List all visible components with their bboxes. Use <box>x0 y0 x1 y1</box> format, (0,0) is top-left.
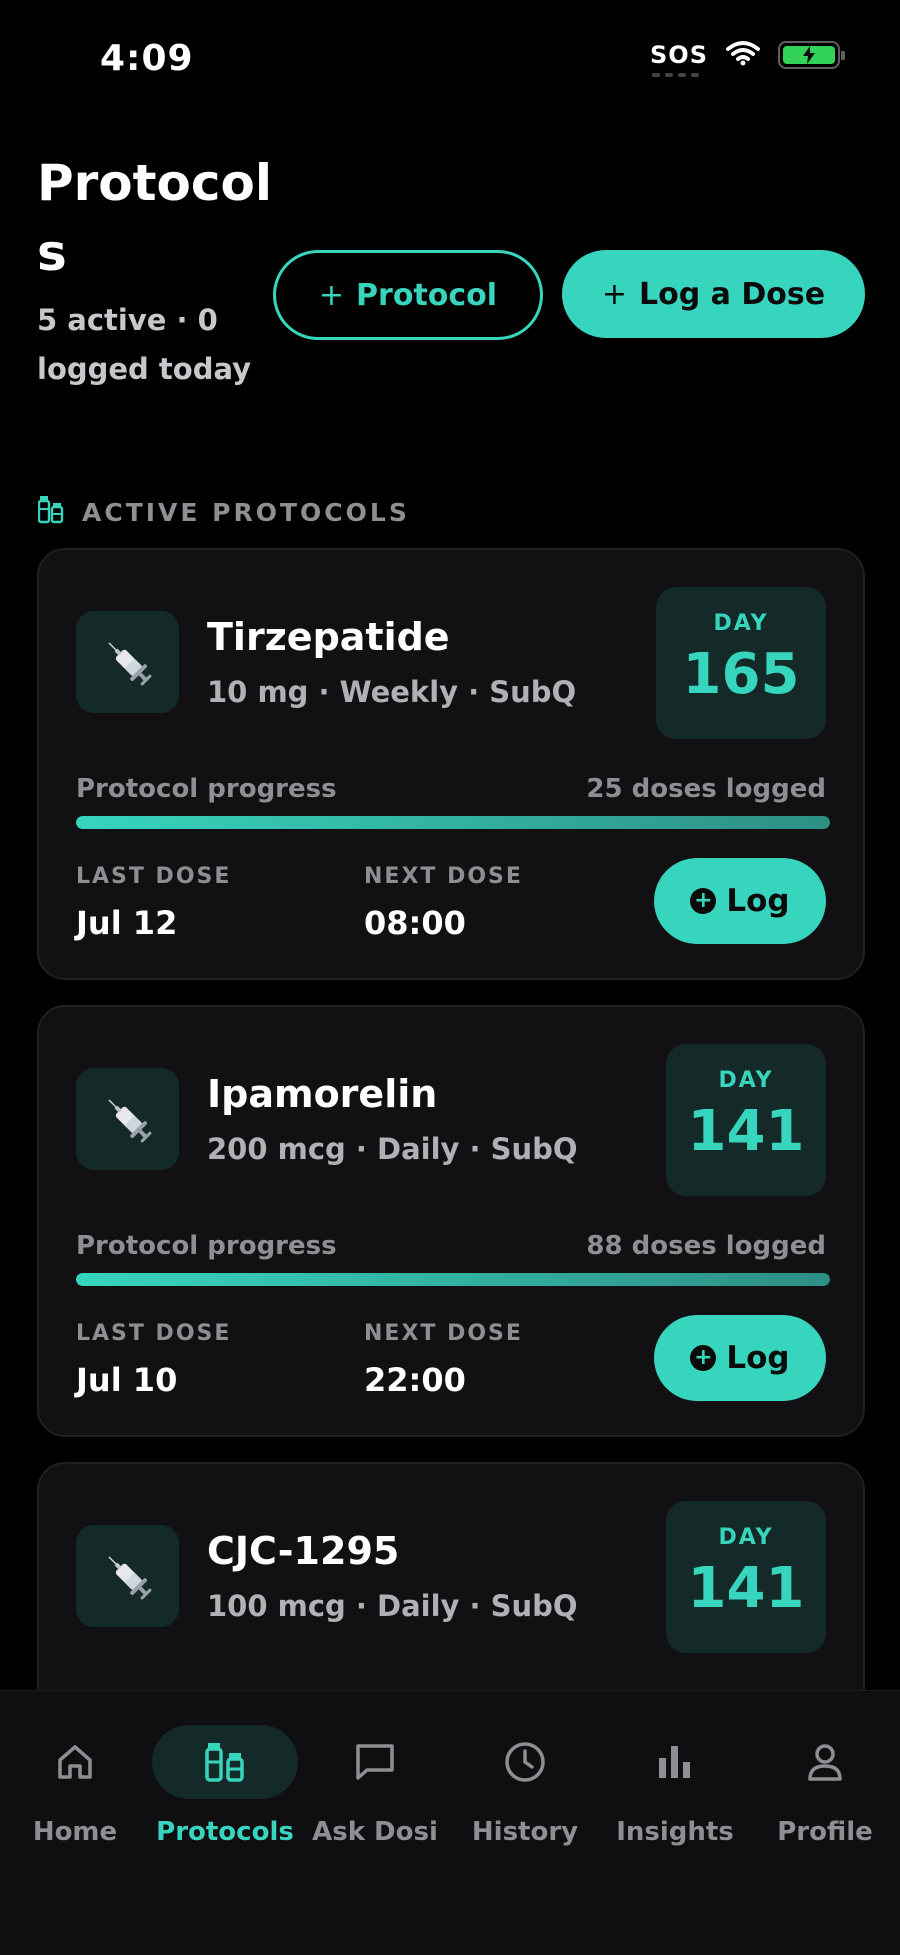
protocol-name: Ipamorelin <box>207 1072 438 1116</box>
day-value: 141 <box>687 1556 805 1621</box>
next-dose-value: 08:00 <box>364 904 466 942</box>
page-subtitle: 5 active · 0 logged today <box>37 303 252 386</box>
log-button[interactable]: + Log <box>654 858 826 944</box>
nav-item-insights[interactable]: Insights <box>600 1725 750 1847</box>
next-dose-label: NEXT DOSE <box>364 1321 523 1346</box>
syringe-icon <box>76 611 179 713</box>
protocol-detail: 100 mcg · Daily · SubQ <box>207 1589 578 1623</box>
nav-label: Ask Dosi <box>312 1817 438 1847</box>
add-protocol-label: Protocol <box>356 277 498 313</box>
next-dose-label: NEXT DOSE <box>364 864 523 889</box>
protocol-card[interactable]: Tirzepatide 10 mg · Weekly · SubQ DAY 16… <box>37 548 865 980</box>
battery-icon <box>778 41 845 69</box>
person-icon <box>808 1744 842 1781</box>
day-label: DAY <box>718 1068 774 1093</box>
log-a-dose-button[interactable]: + Log a Dose <box>562 250 865 338</box>
last-dose-value: Jul 12 <box>76 904 178 942</box>
status-time: 4:09 <box>100 38 194 79</box>
signal-dots <box>652 73 700 77</box>
log-button[interactable]: + Log <box>654 1315 826 1401</box>
protocol-detail: 10 mg · Weekly · SubQ <box>207 675 577 709</box>
plus-circle-icon: + <box>690 1345 717 1371</box>
plus-circle-icon: + <box>690 888 717 914</box>
last-dose-label: LAST DOSE <box>76 1321 232 1346</box>
nav-item-home[interactable]: Home <box>0 1725 150 1847</box>
bottom-nav: Home Protocols Ask Dosi History Insights… <box>0 1690 900 1955</box>
wifi-icon <box>726 40 760 70</box>
progress-fill <box>76 1273 830 1286</box>
day-label: DAY <box>713 611 769 636</box>
plus-icon: + <box>601 276 628 312</box>
protocol-card[interactable]: Ipamorelin 200 mcg · Daily · SubQ DAY 14… <box>37 1005 865 1437</box>
status-indicators: SOS <box>650 40 845 77</box>
protocol-name: Tirzepatide <box>207 615 450 659</box>
bar-chart-icon <box>659 1746 690 1778</box>
nav-label: History <box>471 1817 579 1847</box>
plus-icon: + <box>318 277 345 313</box>
log-label: Log <box>726 1340 790 1376</box>
nav-item-ask-dosi[interactable]: Ask Dosi <box>300 1725 450 1847</box>
protocol-detail: 200 mcg · Daily · SubQ <box>207 1132 578 1166</box>
section-header: ACTIVE PROTOCOLS <box>37 494 410 530</box>
nav-item-history[interactable]: History <box>450 1725 600 1847</box>
syringe-icon <box>76 1525 179 1627</box>
progress-label: Protocol progress <box>76 1231 337 1261</box>
progress-fill <box>76 816 830 829</box>
nav-label: Home <box>32 1817 118 1847</box>
vials-icon <box>205 1743 244 1782</box>
day-value: 141 <box>687 1099 805 1164</box>
log-a-dose-label: Log a Dose <box>639 276 826 312</box>
day-label: DAY <box>718 1525 774 1550</box>
sos-indicator: SOS <box>650 41 708 77</box>
protocol-name: CJC-1295 <box>207 1529 400 1573</box>
add-protocol-button[interactable]: + Protocol <box>273 250 543 340</box>
day-counter: DAY 141 <box>666 1044 826 1196</box>
last-dose-value: Jul 10 <box>76 1361 178 1399</box>
doses-logged: 88 doses logged <box>586 1231 826 1261</box>
log-label: Log <box>726 883 790 919</box>
clock-icon <box>505 1742 545 1782</box>
day-counter: DAY 141 <box>666 1501 826 1653</box>
progress-bar <box>76 816 830 829</box>
status-bar: 4:09 SOS <box>0 0 900 120</box>
vials-icon <box>37 494 64 530</box>
doses-logged: 25 doses logged <box>586 774 826 804</box>
nav-item-profile[interactable]: Profile <box>750 1725 900 1847</box>
last-dose-label: LAST DOSE <box>76 864 232 889</box>
nav-label: Insights <box>616 1817 734 1847</box>
syringe-icon <box>76 1068 179 1170</box>
day-counter: DAY 165 <box>656 587 826 739</box>
section-label: ACTIVE PROTOCOLS <box>82 497 410 527</box>
page-title: Protocols <box>37 154 273 282</box>
progress-bar <box>76 1273 830 1286</box>
progress-label: Protocol progress <box>76 774 337 804</box>
next-dose-value: 22:00 <box>364 1361 466 1399</box>
nav-label: Protocols <box>156 1817 294 1847</box>
nav-item-protocols[interactable]: Protocols <box>150 1725 300 1847</box>
nav-label: Profile <box>777 1817 873 1847</box>
home-icon <box>58 1745 92 1779</box>
sos-label: SOS <box>650 41 708 69</box>
day-value: 165 <box>682 642 800 707</box>
chat-icon <box>356 1744 394 1780</box>
